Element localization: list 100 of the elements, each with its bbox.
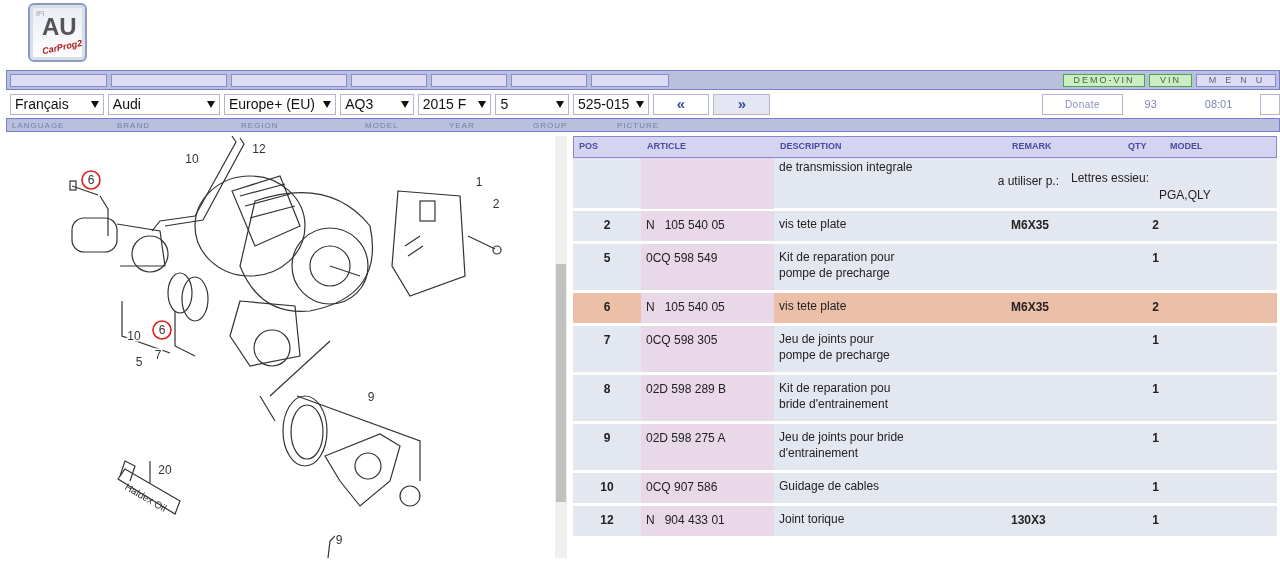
table-cell: a utiliser p.:: [997, 174, 1059, 188]
field-label: LANGUAGE: [12, 120, 66, 131]
dropdown-field[interactable]: Français: [10, 93, 104, 115]
dropdown-field[interactable]: Audi: [107, 93, 220, 115]
table-cell: M6X35: [1011, 218, 1050, 232]
table-cell: 130X3: [1011, 513, 1046, 527]
callout-number[interactable]: 10: [127, 329, 141, 343]
column-header: REMARK: [1011, 140, 1053, 154]
menu-button[interactable]: MENU: [1196, 73, 1276, 87]
callout-number[interactable]: 9: [335, 533, 343, 547]
caret-icon: [90, 100, 99, 108]
table-cell: 2: [1152, 300, 1159, 314]
table-cell: 1: [1152, 513, 1159, 527]
table-cell: PGA,QLY: [1159, 188, 1211, 202]
empty-tab[interactable]: [591, 73, 669, 87]
callout-number[interactable]: 20: [158, 463, 172, 477]
table-cell: de transmission integrale: [779, 160, 913, 174]
caret-icon: [556, 100, 564, 108]
table-row[interactable]: 2 N 105 540 05 vis tete plate M6X35 2: [573, 211, 1277, 241]
callout-number[interactable]: 5: [135, 355, 143, 369]
table-row[interactable]: 7 0CQ 598 305 Jeu de joints pour pompe de precharge 1: [573, 326, 1277, 372]
table-cell: 1: [1152, 431, 1159, 445]
table-row[interactable]: 8 02D 598 289 B Kit de reparation pou bride d'entrainement 1: [573, 375, 1277, 421]
dropdown-field[interactable]: AQ3: [340, 93, 414, 115]
table-cell: Guidage de cables: [779, 478, 880, 494]
table-cell: 0CQ 598 549: [646, 251, 718, 265]
input-field[interactable]: [1260, 93, 1280, 115]
scrollbar[interactable]: [555, 136, 567, 558]
table-cell: N 105 540 05: [646, 218, 725, 232]
highlighted-callout[interactable]: 6: [81, 170, 101, 190]
empty-tab[interactable]: [231, 73, 347, 87]
table-row[interactable]: 6 N 105 540 05 vis tete plate M6X35 2: [573, 293, 1277, 323]
highlighted-callout[interactable]: 6: [152, 320, 172, 340]
empty-tab[interactable]: [111, 73, 227, 87]
caret-icon: [400, 100, 409, 108]
empty-tab[interactable]: [351, 73, 427, 87]
table-cell: 0CQ 907 586: [646, 480, 718, 494]
table-cell: 1: [1152, 251, 1159, 265]
field-label: YEAR: [449, 120, 476, 131]
table-cell: Lettres essieu:: [1070, 171, 1149, 185]
table-cell-text: Kit de reparation pour pompe de precharge: [779, 249, 896, 281]
table-cell: 9: [603, 431, 611, 445]
table-row[interactable]: 12 N 904 433 01 Joint torique 130X3 1: [573, 506, 1277, 536]
table-cell: 02D 598 289 B: [646, 382, 727, 396]
time-text: 08:01: [1204, 96, 1233, 112]
callout-number[interactable]: 1: [475, 175, 483, 189]
table-row[interactable]: 10 0CQ 907 586 Guidage de cables 1: [573, 473, 1277, 503]
table-cell-text: Kit de reparation pou bride d'entrainement: [779, 380, 892, 412]
next-button[interactable]: »: [713, 93, 771, 115]
table-cell: vis tete plate: [779, 298, 847, 314]
empty-tab[interactable]: [10, 73, 107, 87]
table-cell: 1: [1152, 382, 1159, 396]
table-cell: 6: [603, 300, 611, 314]
table-cell: 10: [600, 480, 614, 494]
table-cell: N 904 433 01: [646, 513, 725, 527]
caret-icon: [478, 100, 487, 108]
empty-tab[interactable]: [431, 73, 507, 87]
table-cell: 2: [603, 218, 611, 232]
callout-number[interactable]: 9: [367, 390, 375, 404]
callout-number[interactable]: 10: [185, 152, 199, 166]
table-cell: 0CQ 598 305: [646, 333, 718, 347]
column-header: QTY: [1127, 140, 1148, 154]
table-cell: 12: [600, 513, 614, 527]
table-cell: 5: [603, 251, 611, 265]
field-label: PICTURE: [617, 120, 661, 131]
column-header: ARTICLE: [646, 140, 687, 154]
table-cell-text: Jeu de joints pour pompe de precharge: [779, 331, 891, 363]
field-label: GROUP: [533, 120, 569, 131]
callout-number[interactable]: 2: [492, 197, 500, 211]
dropdown-field[interactable]: 2015 F: [417, 93, 492, 115]
table-cell: 7: [603, 333, 611, 347]
column-header: MODEL: [1169, 140, 1204, 154]
caret-icon: [323, 100, 332, 108]
table-row[interactable]: 5 0CQ 598 549 Kit de reparation pour pompe de precharge 1: [573, 244, 1277, 290]
table-row[interactable]: 9 02D 598 275 A Jeu de joints pour bride d'entrainement 1: [573, 424, 1277, 470]
dropdown-field[interactable]: 525-015: [573, 93, 649, 115]
dropdown-field[interactable]: 5: [495, 93, 569, 115]
empty-tab[interactable]: [511, 73, 587, 87]
field-label: MODEL: [365, 120, 400, 131]
callout-number[interactable]: 12: [252, 142, 266, 156]
table-cell: 2: [1152, 218, 1159, 232]
toolbar-tab[interactable]: VIN: [1149, 73, 1192, 87]
dropdown-field[interactable]: Europe+ (EU): [224, 93, 337, 115]
table-cell: Joint torique: [779, 511, 845, 527]
table-cell-text: Jeu de joints pour bride d'entrainement: [779, 429, 905, 461]
field-label: REGION: [241, 120, 280, 131]
table-cell: 8: [603, 382, 611, 396]
caret-icon: [635, 100, 644, 108]
table-cell: vis tete plate: [779, 216, 847, 232]
table-cell: 02D 598 275 A: [646, 431, 726, 445]
table-cell: 1: [1152, 333, 1159, 347]
caret-icon: [207, 100, 215, 108]
column-header: DESCRIPTION: [779, 140, 843, 154]
counter-text: 93: [1144, 96, 1157, 112]
table-cell: N 105 540 05: [646, 300, 725, 314]
callout-number[interactable]: 7: [154, 348, 162, 362]
toolbar-tab[interactable]: DEMO-VIN: [1063, 73, 1145, 87]
previous-button[interactable]: «: [652, 93, 710, 115]
table-cell: M6X35: [1011, 300, 1050, 314]
field-label: BRAND: [117, 120, 151, 131]
